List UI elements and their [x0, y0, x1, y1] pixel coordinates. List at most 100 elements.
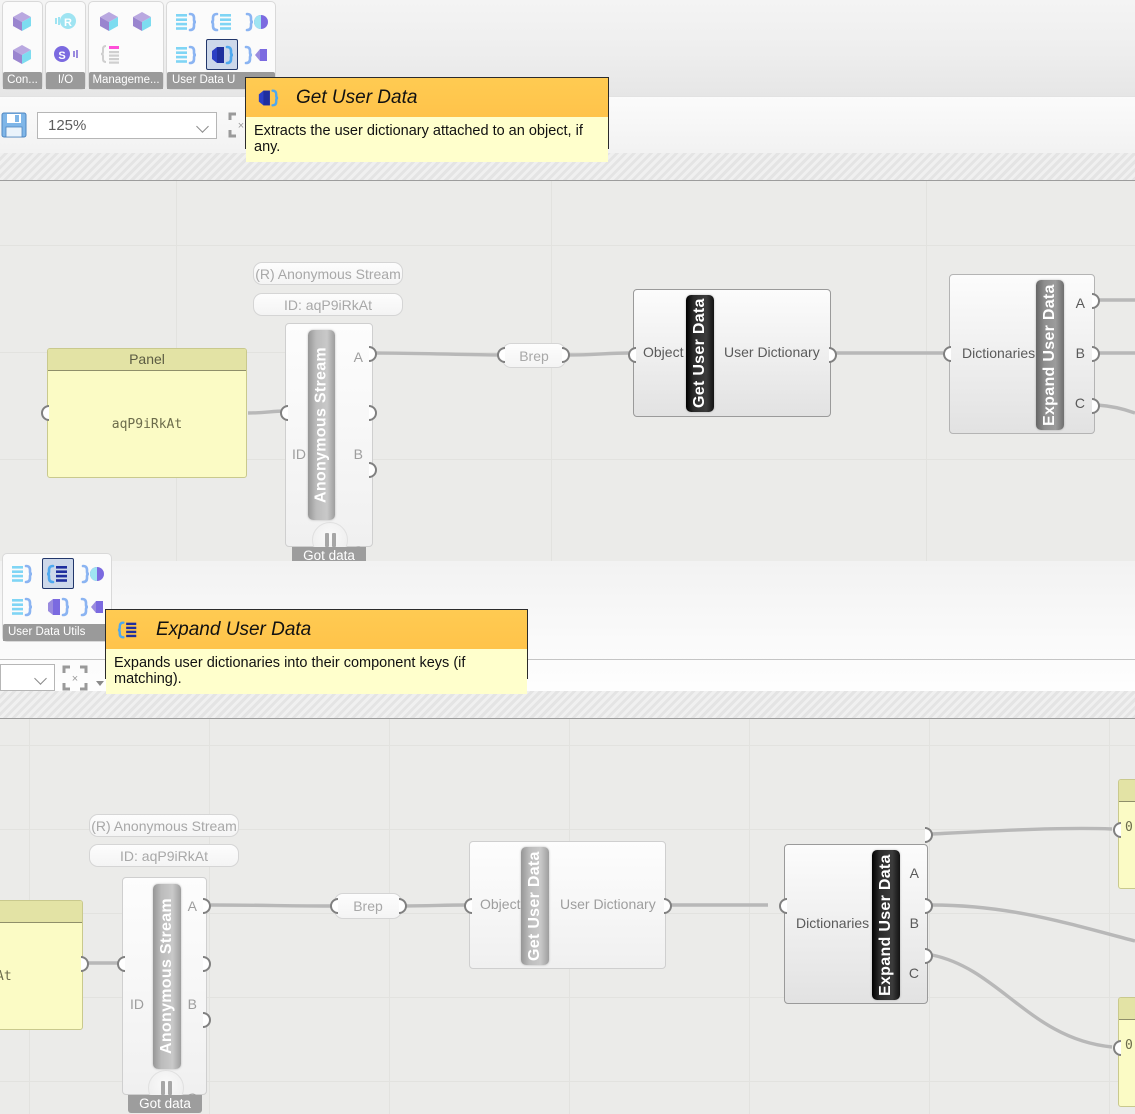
output-port-label-a[interactable]: A: [1076, 295, 1085, 311]
expand-user-data-node[interactable]: Expand User Data Dictionaries A B C: [784, 844, 928, 1004]
input-port-label-dictionaries[interactable]: Dictionaries: [796, 915, 869, 931]
output-port-label-c[interactable]: C: [1075, 395, 1085, 411]
input-port-label-dictionaries[interactable]: Dictionaries: [962, 345, 1035, 361]
expand-user-data-node[interactable]: Expand User Data Dictionaries A B C: [949, 274, 1095, 434]
tool-param-cube-2[interactable]: [8, 39, 37, 70]
svg-text:×: ×: [238, 120, 244, 132]
expand-user-data-icon: [114, 619, 142, 641]
chevron-down-icon: [198, 122, 210, 129]
tool-get-user-data[interactable]: [206, 39, 238, 70]
output-port-label-b[interactable]: B: [1076, 345, 1085, 361]
tool-list-brace-2[interactable]: [8, 591, 40, 622]
tooltip-header: Get User Data: [246, 78, 608, 117]
output-port-label-a[interactable]: A: [188, 898, 197, 914]
expand-input-port[interactable]: [776, 898, 790, 914]
anon-stream-output-b[interactable]: [366, 405, 380, 421]
tool-list-brace-2[interactable]: [172, 39, 204, 70]
node-tag-receiver: (R) Anonymous Stream: [253, 262, 403, 285]
get-user-data-node[interactable]: Get User Data Object User Dictionary: [469, 841, 666, 969]
expand-output-b[interactable]: [1089, 346, 1103, 362]
dictionary-brace-icon: [98, 43, 124, 67]
object-cube-icon: [97, 10, 123, 34]
tool-list-brace-1[interactable]: [172, 6, 204, 37]
anon-stream-input-port[interactable]: [114, 956, 128, 972]
get-user-data-output-port[interactable]: [661, 898, 675, 914]
anonymous-stream-node[interactable]: Anonymous Stream ID A B C: [285, 323, 373, 547]
expand-user-data-icon: [43, 562, 73, 586]
brep-output-port[interactable]: [559, 347, 573, 363]
output-port-label-user-dictionary[interactable]: User Dictionary: [724, 344, 820, 360]
input-port-label-object[interactable]: Object: [480, 896, 520, 912]
output-port-label-a[interactable]: A: [354, 349, 363, 365]
dropdown-arrow-button[interactable]: [95, 674, 105, 682]
output-port-label-b[interactable]: B: [910, 915, 919, 931]
panel-node[interactable]: At: [0, 900, 83, 1030]
get-user-data-input-port[interactable]: [625, 347, 639, 363]
tool-expand-user-data[interactable]: [42, 558, 74, 589]
input-port-label-id[interactable]: ID: [130, 996, 144, 1012]
input-port-label-object[interactable]: Object: [643, 344, 683, 360]
canvas-top[interactable]: (R) Anonymous Stream ID: aqP9iRkAt Panel…: [0, 181, 1135, 561]
list-brace-icon: [9, 595, 39, 619]
expand-input-port[interactable]: [940, 346, 954, 362]
zoom-extents-button-bottom[interactable]: ×: [60, 664, 90, 691]
get-user-data-input-port[interactable]: [461, 898, 475, 914]
tool-brace-circle[interactable]: [76, 558, 108, 589]
output-port-label-a[interactable]: A: [910, 865, 919, 881]
zoom-level-combobox[interactable]: 125%: [37, 112, 217, 139]
anonymous-stream-node[interactable]: Anonymous Stream ID A B C: [122, 877, 207, 1095]
anon-stream-output-b[interactable]: [200, 956, 214, 972]
output-port-label-b[interactable]: B: [188, 996, 197, 1012]
save-button[interactable]: [0, 112, 28, 138]
expand-output-c[interactable]: [922, 948, 936, 964]
zoom-level-combobox-bottom[interactable]: [0, 664, 55, 691]
anon-stream-input-port[interactable]: [277, 405, 291, 421]
tool-brace-hex[interactable]: [76, 591, 108, 622]
panel-output-port[interactable]: [78, 956, 92, 972]
output-port-label-b[interactable]: B: [354, 446, 363, 462]
canvas-bottom[interactable]: (R) Anonymous Stream ID: aqP9iRkAt At An…: [0, 719, 1135, 1114]
anon-stream-output-a[interactable]: [200, 898, 214, 914]
tool-brace-hex[interactable]: [240, 39, 272, 70]
output-panel-1-input-port[interactable]: [1110, 822, 1124, 838]
get-user-data-output-port[interactable]: [826, 347, 840, 363]
expand-output-a[interactable]: [1089, 293, 1103, 309]
tooltip-get-user-data: Get User Data Extracts the user dictiona…: [245, 77, 609, 149]
brep-output-port[interactable]: [396, 898, 410, 914]
tool-object-cube-1[interactable]: [94, 6, 125, 37]
get-user-data-node[interactable]: Get User Data Object User Dictionary: [633, 289, 831, 417]
brace-circle-icon: [77, 562, 107, 586]
input-port-label-id[interactable]: ID: [292, 446, 306, 462]
tool-brace-circle[interactable]: [240, 6, 272, 37]
output-port-label-user-dictionary[interactable]: User Dictionary: [560, 896, 656, 912]
tool-receiver[interactable]: R: [51, 6, 81, 37]
tooltip-description: Extracts the user dictionary attached to…: [246, 117, 608, 162]
list-brace-icon: [173, 43, 203, 67]
expand-output-a[interactable]: [922, 827, 936, 843]
brep-param-node[interactable]: Brep: [502, 343, 566, 368]
brep-input-port[interactable]: [494, 347, 508, 363]
panel-node[interactable]: Panel aqP9iRkAt: [47, 348, 247, 478]
tool-expand-user-data[interactable]: [206, 6, 238, 37]
panel-input-port[interactable]: [38, 405, 52, 421]
get-user-data-icon: [43, 595, 73, 619]
tooltip-header: Expand User Data: [106, 610, 527, 649]
node-nickname: Get User Data: [686, 295, 714, 412]
tool-sender[interactable]: S: [51, 39, 81, 70]
brep-param-node[interactable]: Brep: [334, 893, 402, 919]
tool-object-cube-2[interactable]: [127, 6, 158, 37]
param-cube-icon: [10, 10, 36, 34]
tool-param-cube-1[interactable]: [8, 6, 37, 37]
brep-input-port[interactable]: [327, 898, 341, 914]
output-panel-2-input-port[interactable]: [1110, 1040, 1124, 1056]
expand-output-c[interactable]: [1089, 398, 1103, 414]
expand-output-b[interactable]: [922, 898, 936, 914]
output-port-label-c[interactable]: C: [909, 965, 919, 981]
brace-hex-icon: [77, 595, 107, 619]
tool-list-brace-1[interactable]: [8, 558, 40, 589]
tool-dictionary[interactable]: [94, 39, 127, 70]
tool-get-user-data[interactable]: [42, 591, 74, 622]
anon-stream-output-c[interactable]: [200, 1012, 214, 1028]
anon-stream-output-a[interactable]: [366, 346, 380, 362]
anon-stream-output-c[interactable]: [366, 462, 380, 478]
